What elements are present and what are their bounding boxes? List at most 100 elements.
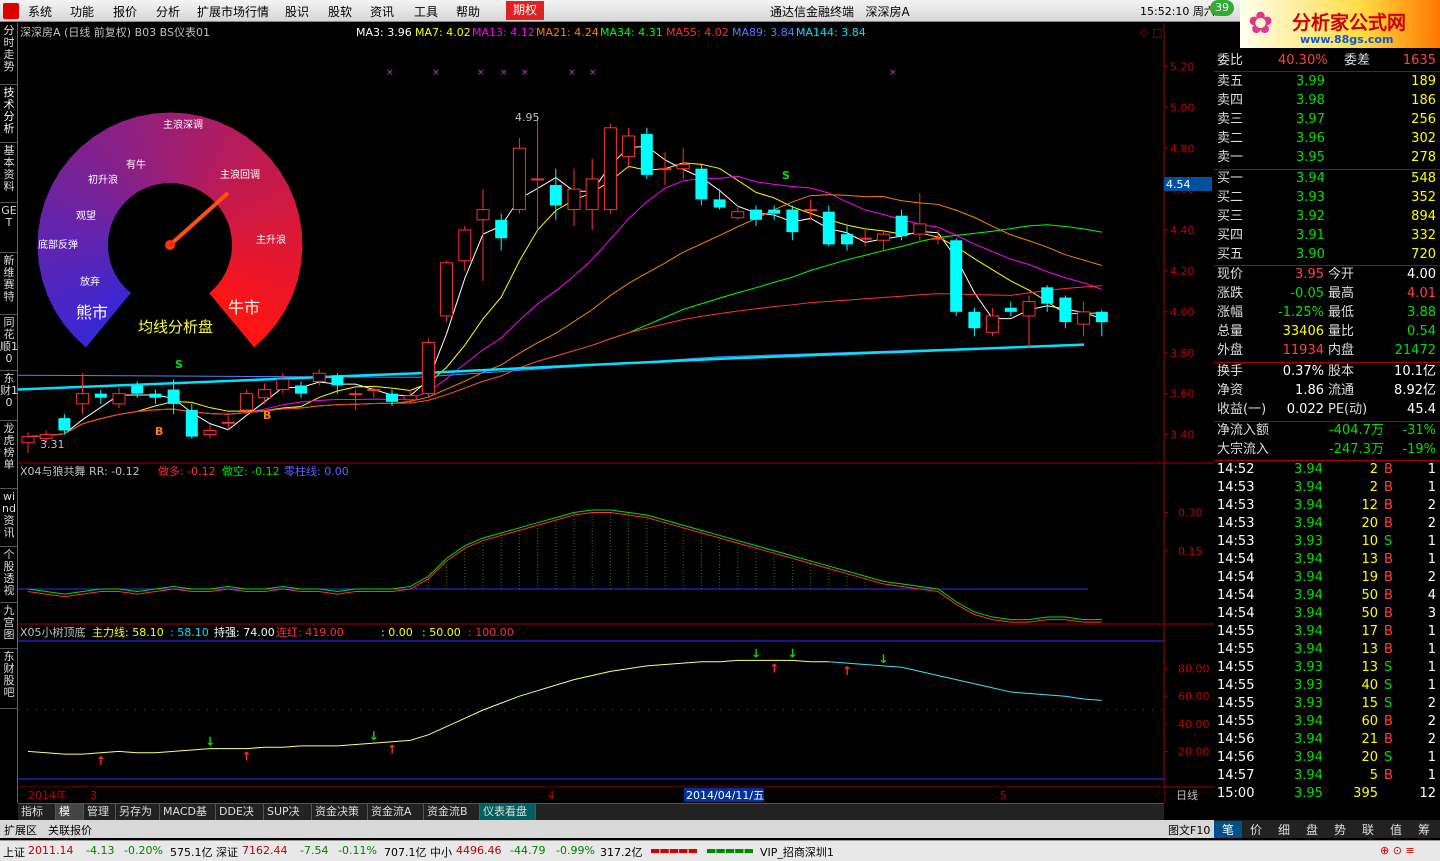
chart-tab[interactable]: 管理: [84, 804, 116, 820]
brand-url: www.88gs.com: [1300, 33, 1394, 46]
menu-quote[interactable]: 报价: [113, 3, 137, 20]
chart-tab[interactable]: DDE决策: [216, 804, 264, 834]
chart-corner-icon[interactable]: ◇ □: [1140, 26, 1162, 39]
menu-guruan[interactable]: 股软: [328, 3, 352, 20]
options-tab[interactable]: 期权: [506, 1, 544, 20]
candle-body: [458, 229, 472, 262]
f10-tab[interactable]: 图文F10: [1168, 822, 1210, 838]
tick-row: 14:53 3.94 12 B 2: [1217, 498, 1436, 513]
chart-tab[interactable]: 资金流B: [424, 804, 480, 820]
chart-tab[interactable]: 指标: [18, 804, 56, 820]
price-tick-label: 4.20: [1170, 265, 1195, 278]
left-tab-ths10[interactable]: 同花顺10: [0, 315, 18, 371]
left-tab-get[interactable]: GET: [0, 203, 18, 253]
candle-body: [876, 233, 890, 241]
brand-banner: ✿ 分析家公式网 www.88gs.com: [1240, 0, 1440, 48]
commission-ratio-row: 委比 40.30% 委差 1635: [1217, 53, 1436, 68]
chart-tab[interactable]: 模板: [56, 804, 84, 834]
menu-news[interactable]: 资讯: [370, 3, 394, 20]
menu-guzhi[interactable]: 股识: [285, 3, 309, 20]
chart-tab[interactable]: 资金决策: [312, 804, 368, 820]
tick-row: 14:52 3.94 2 B 1: [1217, 462, 1436, 477]
vip-server[interactable]: VIP_招商深圳1: [760, 844, 834, 860]
candle-body: [295, 385, 307, 394]
gauge-label: 有牛: [126, 158, 146, 171]
menu-system[interactable]: 系统: [28, 3, 52, 20]
chart-tab[interactable]: MACD基本: [160, 804, 216, 834]
bid-row: 买四 3.91 332: [1217, 228, 1436, 243]
ind2-main-line-2: [828, 661, 1102, 701]
zx-pct: -0.99%: [556, 844, 595, 857]
candle-body: [603, 127, 617, 211]
ma-label: MA3: 3.96: [356, 26, 412, 39]
left-tab-stock-view[interactable]: 个股透视: [0, 547, 18, 603]
gauge-label: 初升浪: [88, 173, 118, 186]
notification-badge[interactable]: 39: [1210, 0, 1234, 16]
candle-body: [76, 393, 90, 405]
zx-change: -44.79: [510, 844, 546, 857]
linked-quote-tab[interactable]: 关联报价: [48, 822, 92, 838]
sz-label[interactable]: 深证: [216, 844, 238, 860]
left-tab-xinwei[interactable]: 新维赛特: [0, 253, 18, 315]
stat-row: 涨跌 -0.05 最高 4.01: [1217, 286, 1436, 301]
right-tab[interactable]: 细: [1270, 821, 1298, 838]
left-tab-dc10[interactable]: 东财10: [0, 371, 18, 421]
left-tab-strip: 分时走势 技术分析 基本资料 GET 新维赛特 同花顺10 东财10 龙虎榜单 …: [0, 23, 18, 803]
clock: 15:52:10 周六: [1140, 5, 1215, 18]
tick-row: 14:55 3.93 40 S 1: [1217, 678, 1436, 693]
sh-label[interactable]: 上证: [3, 844, 25, 860]
menu-ext-market[interactable]: 扩展市场行情: [197, 3, 269, 20]
candle-body: [640, 133, 653, 175]
chart-tab[interactable]: 另存为: [116, 804, 160, 820]
chart-area[interactable]: 深深房A (日线 前复权) B03 BS仪表01 MA3: 3.96 MA7: 4…: [18, 23, 1214, 803]
status-icons[interactable]: ⊕ ⊙ ≡: [1380, 844, 1415, 857]
left-tab-technical[interactable]: 技术分析: [0, 85, 18, 143]
tick-row: 14:55 3.94 17 B 1: [1217, 624, 1436, 639]
up-arrow-icon: ↑: [842, 664, 852, 678]
chart-tab[interactable]: 仪表看盘: [480, 804, 536, 820]
zx-label[interactable]: 中小: [430, 844, 452, 860]
right-tab[interactable]: 价: [1242, 821, 1270, 838]
ind1-long-line: [27, 512, 1102, 623]
candle-body: [203, 429, 217, 436]
ma-label: MA89: 3.84: [732, 26, 795, 39]
left-tab-dc-forum[interactable]: 东财股吧: [0, 649, 18, 709]
chart-tab[interactable]: 资金流A: [368, 804, 424, 820]
left-tab-intraday[interactable]: 分时走势: [0, 23, 18, 85]
gauge-label: 熊市: [76, 303, 108, 322]
left-tab-wind[interactable]: wind资讯: [0, 489, 18, 547]
tick-row: 14:53 3.94 20 B 2: [1217, 516, 1436, 531]
right-tab[interactable]: 值: [1382, 821, 1410, 838]
candle-body: [1077, 311, 1091, 325]
candle-body: [221, 421, 235, 424]
right-tab[interactable]: 笔: [1214, 821, 1242, 838]
ma-label: MA34: 4.31: [600, 26, 663, 39]
ext-area-tab[interactable]: 扩展区: [4, 822, 37, 838]
candle-body: [622, 135, 636, 157]
period-label[interactable]: 日线: [1176, 788, 1198, 802]
candle-body: [185, 410, 198, 437]
ind2-f: : 50.00: [422, 626, 461, 639]
stat2-row: 换手 0.37% 股本 10.1亿: [1217, 364, 1436, 379]
flow-row: 大宗流入 -247.3万 -19%: [1217, 442, 1436, 457]
right-tab[interactable]: 盘: [1298, 821, 1326, 838]
chart-tab[interactable]: SUP决策: [264, 804, 312, 834]
right-tab[interactable]: 筹: [1410, 821, 1438, 838]
menu-analysis[interactable]: 分析: [156, 3, 180, 20]
menu-tools[interactable]: 工具: [414, 3, 438, 20]
marker-x: ×: [568, 68, 576, 78]
menu-help[interactable]: 帮助: [456, 3, 480, 20]
right-tab[interactable]: 联: [1354, 821, 1382, 838]
left-tab-longhu[interactable]: 龙虎榜单: [0, 421, 18, 489]
candle-body: [1059, 297, 1072, 323]
right-tab[interactable]: 势: [1326, 821, 1354, 838]
x-axis-month-4: 4: [548, 789, 555, 802]
left-tab-fundamentals[interactable]: 基本资料: [0, 143, 18, 203]
menu-function[interactable]: 功能: [70, 3, 94, 20]
sh-change: -4.13: [86, 844, 115, 857]
x-axis-date: 2014/04/11/五: [686, 789, 764, 802]
tick-row: 14:55 3.94 60 B 2: [1217, 714, 1436, 729]
sz-change: -7.54: [300, 844, 329, 857]
left-tab-nine-grid[interactable]: 九宫图: [0, 603, 18, 649]
ind2-tick-label: 20.00: [1178, 745, 1210, 758]
